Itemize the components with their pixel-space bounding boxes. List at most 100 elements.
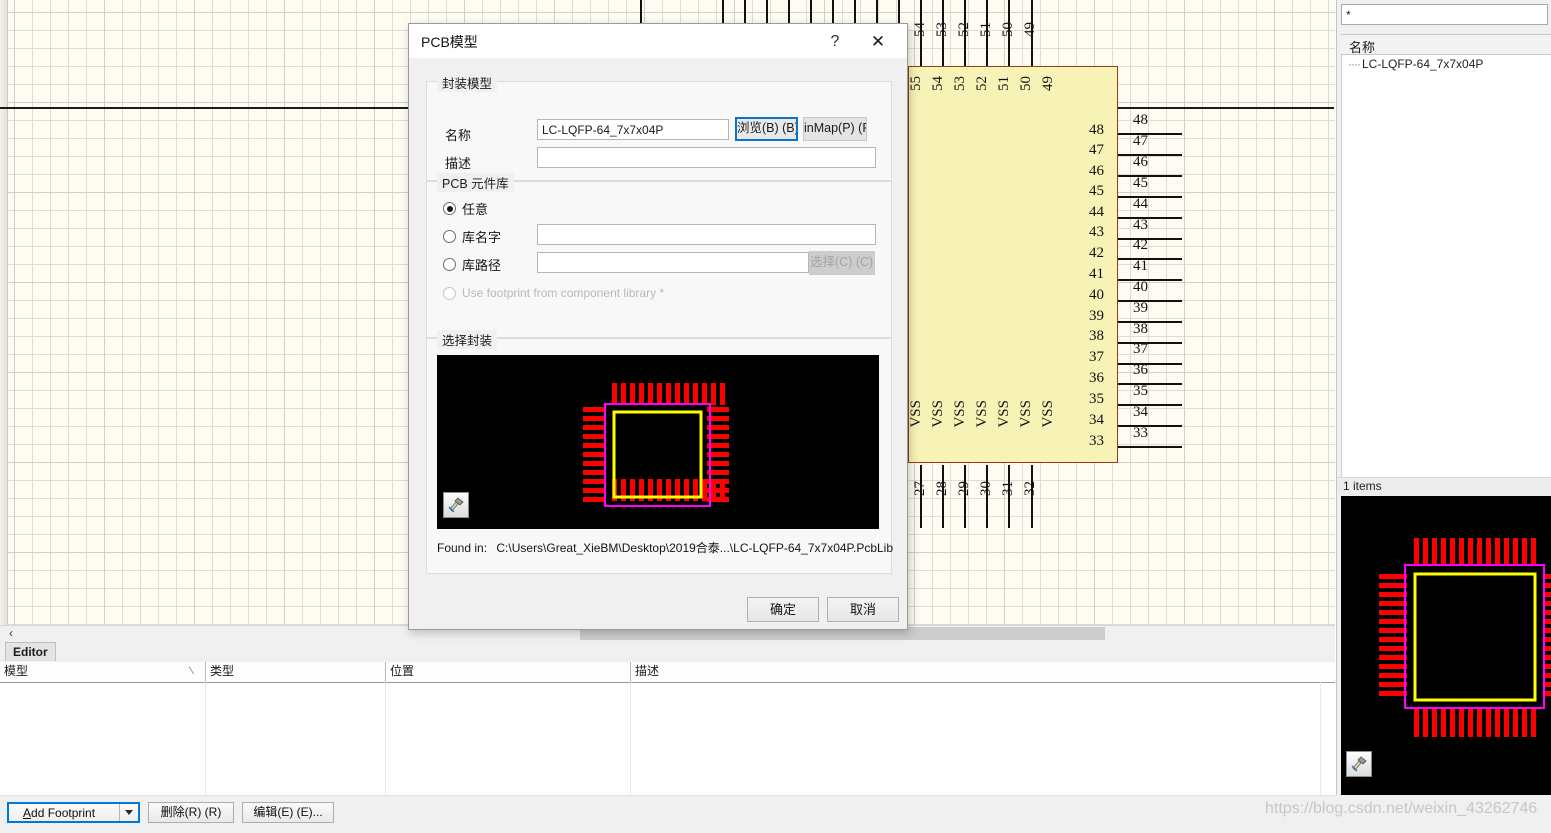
- footprint-preview[interactable]: [437, 355, 879, 529]
- net-wire: [1118, 404, 1182, 406]
- footprint-description-input[interactable]: [537, 147, 876, 168]
- pin-number-inner: 42: [1089, 245, 1104, 261]
- library-tree[interactable]: ···· LC-LQFP-64_7x7x04P: [1341, 55, 1551, 477]
- pin-map-button[interactable]: inMap(P) (P)...: [803, 117, 867, 141]
- pin-number-inner: 33: [1089, 433, 1104, 449]
- radio-library-name-label: 库名字: [462, 230, 502, 245]
- pin-stub: [920, 465, 922, 528]
- pin-stub: [942, 465, 944, 528]
- net-wire: [1118, 321, 1182, 323]
- radio-use-footprint-indicator: [443, 286, 456, 300]
- radio-any-indicator[interactable]: [443, 202, 456, 215]
- help-icon[interactable]: ?: [821, 29, 849, 55]
- pin-number-inner: 48: [1089, 122, 1104, 138]
- net-label: 44: [1133, 196, 1148, 212]
- net-wire: [1118, 279, 1182, 281]
- hammer-tool-icon[interactable]: [1346, 751, 1372, 777]
- column-header-model[interactable]: 模型: [0, 662, 205, 682]
- net-wire: [1118, 300, 1182, 302]
- hammer-tool-icon[interactable]: [443, 492, 469, 518]
- delete-button[interactable]: 删除(R) (R): [148, 802, 234, 823]
- pin-stub: [964, 465, 966, 528]
- net-label: 36: [1133, 362, 1148, 378]
- column-header-description[interactable]: 描述: [630, 662, 1335, 682]
- pin-number-outer: 31: [1000, 481, 1016, 496]
- pin-name-vss: VSS: [996, 400, 1012, 428]
- pin-number-outer: 50: [1000, 22, 1016, 37]
- close-icon[interactable]: ✕: [863, 29, 893, 55]
- pin-number-outer: 30: [978, 481, 994, 496]
- pin-number-inner: 36: [1089, 370, 1104, 386]
- pin-number-outer: 32: [1022, 481, 1038, 496]
- browse-button[interactable]: 浏览(B) (B)...: [735, 117, 798, 141]
- scroll-left-icon[interactable]: ‹: [4, 626, 18, 641]
- pin-number-outer: 28: [934, 481, 950, 496]
- list-item[interactable]: ···· LC-LQFP-64_7x7x04P: [1348, 57, 1483, 71]
- pin-number-outer: 27: [912, 481, 928, 496]
- pin-number-outer: 54: [912, 22, 928, 37]
- net-label: 35: [1133, 383, 1148, 399]
- radio-any[interactable]: 任意: [443, 199, 488, 218]
- name-label: 名称: [445, 128, 472, 143]
- pin-name-vss: VSS: [1018, 400, 1034, 428]
- radio-library-path-indicator[interactable]: [443, 258, 456, 271]
- edit-button[interactable]: 编辑(E) (E)...: [242, 802, 334, 823]
- found-in-label: Found in:: [437, 541, 488, 555]
- pin-number-outer: 53: [934, 22, 950, 37]
- select-footprint-legend: 选择封装: [437, 330, 498, 349]
- tab-editor[interactable]: Editor: [5, 642, 56, 661]
- radio-any-label: 任意: [462, 202, 489, 217]
- pin-name-vss: VSS: [930, 400, 946, 428]
- net-label: 34: [1133, 404, 1148, 420]
- column-header-position[interactable]: 位置: [385, 662, 630, 682]
- footprint-preview-graphic: [437, 355, 879, 529]
- tree-branch-icon: ····: [1348, 57, 1361, 71]
- radio-library-name-indicator[interactable]: [443, 230, 456, 243]
- net-label: 42: [1133, 237, 1148, 253]
- found-in-row: Found in: C:\Users\Great_XieBM\Desktop\2…: [437, 539, 893, 556]
- library-path-input[interactable]: [537, 252, 809, 273]
- net-wire: [1118, 217, 1182, 219]
- cancel-button[interactable]: 取消: [827, 597, 899, 622]
- radio-library-name[interactable]: 库名字: [443, 227, 501, 246]
- footprint-name-input[interactable]: LC-LQFP-64_7x7x04P: [537, 119, 729, 140]
- pin-stub: [1031, 465, 1033, 528]
- models-grid[interactable]: 模型 ⁄ 类型 位置 描述: [0, 662, 1335, 796]
- item-count-status: 1 items: [1337, 477, 1551, 495]
- pin-number-inner: 55: [908, 76, 924, 91]
- pin-number-inner: 47: [1089, 142, 1104, 158]
- pin-number-outer: 49: [1022, 22, 1038, 37]
- dialog-titlebar[interactable]: PCB模型 ? ✕: [409, 24, 907, 58]
- pin-name-vss: VSS: [908, 400, 924, 428]
- choose-library-path-button: 选择(C) (C)...: [809, 251, 875, 275]
- grid-column-divider: [1320, 682, 1321, 795]
- grid-column-divider: [630, 682, 631, 795]
- net-wire: [1118, 175, 1182, 177]
- add-footprint-button[interactable]: Add Footprint: [7, 802, 140, 823]
- library-name-input[interactable]: [537, 224, 876, 245]
- radio-library-path[interactable]: 库路径: [443, 255, 501, 274]
- net-wire: [1118, 363, 1182, 365]
- net-label: 33: [1133, 425, 1148, 441]
- pin-number-inner: 45: [1089, 183, 1104, 199]
- pcb-model-dialog: PCB模型 ? ✕ 封装模型 名称 LC-LQFP-64_7x7x04P 浏览(…: [408, 23, 908, 630]
- footprint-preview-graphic-right: [1341, 496, 1551, 795]
- library-footprint-preview[interactable]: [1341, 496, 1551, 795]
- net-label: 48: [1133, 112, 1148, 128]
- pin-number-inner: 35: [1089, 391, 1104, 407]
- dialog-title: PCB模型: [421, 34, 478, 50]
- column-header-type[interactable]: 类型: [205, 662, 385, 682]
- pin-number-inner: 34: [1089, 412, 1104, 428]
- add-footprint-dropdown[interactable]: [119, 804, 138, 821]
- radio-library-path-label: 库路径: [462, 258, 502, 273]
- library-tree-header[interactable]: 名称: [1341, 34, 1551, 55]
- net-wire: [1118, 238, 1182, 240]
- ok-button[interactable]: 确定: [747, 597, 819, 622]
- pin-number-inner: 38: [1089, 328, 1104, 344]
- library-filter-input[interactable]: *: [1341, 4, 1548, 25]
- net-wire: [1118, 196, 1182, 198]
- net-label: 47: [1133, 133, 1148, 149]
- net-wire: [1118, 133, 1182, 135]
- models-grid-header: 模型 ⁄ 类型 位置 描述: [0, 662, 1335, 683]
- pcb-library-legend: PCB 元件库: [437, 173, 514, 192]
